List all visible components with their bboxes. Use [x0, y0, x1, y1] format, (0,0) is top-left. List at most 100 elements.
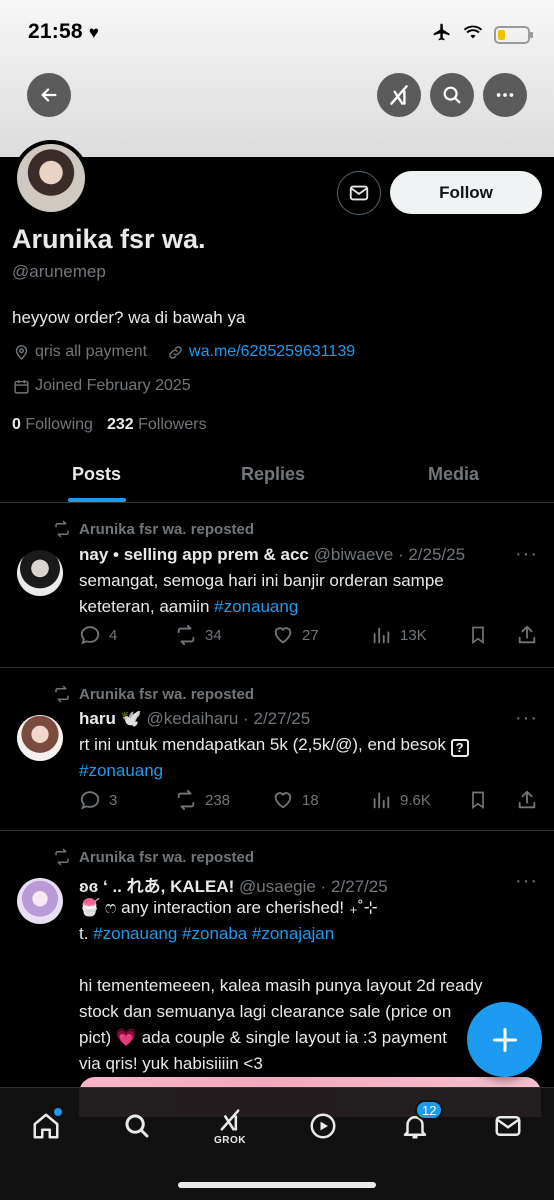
back-button[interactable]: [27, 73, 71, 117]
profile-bio: heyyow order? wa di bawah ya: [12, 308, 246, 327]
author-name[interactable]: nay • selling app prem & acc: [79, 545, 309, 564]
author-handle-date: @usaegie · 2/27/25: [239, 877, 388, 896]
repost-icon: [55, 848, 69, 866]
airplane-icon: [432, 22, 452, 47]
post-avatar[interactable]: [17, 878, 63, 924]
display-name: Arunika fsr wa.: [12, 224, 206, 254]
battery-icon: [494, 25, 533, 44]
heart-icon: ♥: [88, 23, 100, 42]
grok-icon: [220, 1109, 240, 1131]
plus-icon: [492, 1027, 517, 1052]
nav-search[interactable]: [115, 1104, 159, 1148]
post-text: semangat, semoga hari ini banjir orderan…: [79, 571, 444, 616]
like-button[interactable]: 27: [272, 624, 319, 646]
more-options-button[interactable]: [483, 73, 527, 117]
profile-tabs: Posts Replies Media: [0, 446, 554, 503]
repost-icon: [55, 520, 69, 538]
nav-video[interactable]: [301, 1104, 345, 1148]
profile-location: qris all payment: [35, 343, 148, 360]
bookmark-icon: [472, 791, 484, 810]
reply-button[interactable]: 4: [79, 624, 117, 646]
search-icon: [125, 1114, 149, 1138]
nav-notifications[interactable]: 12: [393, 1100, 444, 1148]
wifi-icon: [462, 23, 484, 46]
post-more-button[interactable]: ···: [515, 707, 538, 730]
post-avatar[interactable]: [17, 550, 63, 596]
message-button[interactable]: [337, 171, 381, 215]
following-link[interactable]: 0 Following: [12, 416, 93, 434]
repost-icon: [177, 624, 195, 646]
nav-grok[interactable]: GROK: [208, 1104, 252, 1148]
post-item[interactable]: Arunika fsr wa. reposted haru 🕊️ @kedaih…: [0, 668, 554, 831]
post-header: nay • selling app prem & acc @biwaeve · …: [79, 545, 465, 565]
post-more-button[interactable]: ···: [515, 543, 538, 566]
grok-label: GROK: [214, 1135, 246, 1146]
joined-row: Joined February 2025: [13, 377, 191, 395]
grok-icon: [390, 85, 408, 105]
search-icon: [443, 86, 461, 104]
arrow-left-icon: [41, 88, 57, 102]
profile-handle: @arunemep: [12, 262, 106, 281]
bookmark-icon: [472, 626, 484, 645]
repost-button[interactable]: 34: [175, 624, 222, 646]
views-button[interactable]: 9.6K: [370, 789, 431, 811]
grok-button[interactable]: [377, 73, 421, 117]
hashtag-link[interactable]: #zonauang: [79, 761, 163, 780]
profile-link[interactable]: wa.me/6285259631139: [189, 343, 355, 361]
repost-label: Arunika fsr wa. reposted: [53, 848, 254, 866]
post-more-button[interactable]: ···: [515, 870, 538, 893]
reply-icon: [80, 791, 100, 810]
author-name[interactable]: ʚɞ ‘ .. れあ, KALEA!: [79, 877, 234, 896]
avatar-image: [17, 144, 85, 212]
joined-date: Joined February 2025: [35, 377, 191, 394]
post-item[interactable]: Arunika fsr wa. reposted nay • selling a…: [0, 503, 554, 668]
location-pin-icon: [13, 344, 30, 361]
post-text: rt ini untuk mendapatkan 5k (2,5k/@), en…: [79, 732, 539, 784]
status-bar: 21:58 ♥: [0, 0, 554, 64]
post-actions: 3 238 18 9.6K: [79, 789, 539, 813]
status-icons: [432, 22, 533, 47]
author-handle-date: @biwaeve · 2/25/25: [313, 545, 466, 564]
tab-replies[interactable]: Replies: [193, 446, 353, 502]
like-button[interactable]: 18: [272, 789, 319, 811]
tab-media[interactable]: Media: [353, 446, 554, 502]
home-new-badge: [54, 1108, 62, 1116]
envelope-icon: [495, 1116, 521, 1136]
bookmark-button[interactable]: [468, 624, 488, 646]
views-button[interactable]: 13K: [370, 624, 427, 646]
post-actions: 4 34 27 13K: [79, 624, 539, 648]
hashtag-link[interactable]: #zonauang: [214, 597, 298, 616]
repost-icon: [177, 789, 195, 811]
repost-label: Arunika fsr wa. reposted: [53, 685, 254, 703]
hashtag-link[interactable]: #zonauang #zonaba #zonajajan: [93, 924, 334, 943]
nav-messages[interactable]: [486, 1104, 530, 1148]
tab-posts[interactable]: Posts: [0, 446, 193, 502]
notifications-count-badge: 12: [415, 1100, 444, 1120]
chart-bars-icon: [373, 792, 390, 809]
reply-button[interactable]: 3: [79, 789, 117, 811]
compose-post-button[interactable]: [467, 1002, 542, 1077]
post-header: haru 🕊️ @kedaiharu · 2/27/25: [79, 709, 310, 729]
link-icon: [167, 344, 184, 361]
follow-button[interactable]: Follow: [390, 171, 542, 214]
post-avatar[interactable]: [17, 715, 63, 761]
share-button[interactable]: [516, 624, 538, 646]
repost-icon: [55, 685, 69, 703]
repost-label: Arunika fsr wa. reposted: [53, 520, 254, 538]
share-button[interactable]: [516, 789, 538, 811]
search-button[interactable]: [430, 73, 474, 117]
bookmark-button[interactable]: [468, 789, 488, 811]
profile-avatar[interactable]: [13, 140, 89, 216]
author-handle-date: @kedaiharu · 2/27/25: [146, 709, 311, 728]
share-icon: [518, 790, 536, 809]
ellipsis-icon: [496, 93, 514, 97]
calendar-icon: [13, 378, 30, 395]
follow-stats: 0 Following 232 Followers: [12, 416, 207, 434]
repost-button[interactable]: 238: [175, 789, 230, 811]
post-header: ʚɞ ‘ .. れあ, KALEA! @usaegie · 2/27/25: [79, 872, 388, 897]
heart-icon: [274, 627, 292, 644]
envelope-icon: [349, 185, 369, 201]
nav-home[interactable]: [24, 1104, 68, 1148]
author-name[interactable]: haru 🕊️: [79, 709, 142, 728]
followers-link[interactable]: 232 Followers: [107, 416, 207, 434]
